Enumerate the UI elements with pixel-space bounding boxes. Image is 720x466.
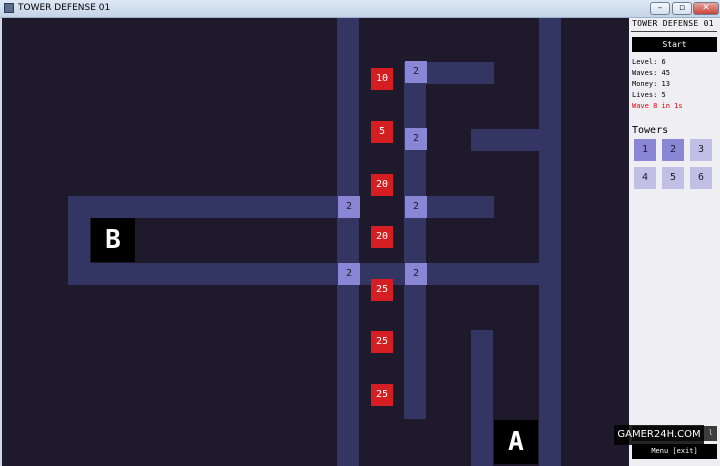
enemy: 5 [371,121,393,143]
tower[interactable]: 2 [405,128,427,150]
window-title: TOWER DEFENSE 01 [18,3,111,13]
level-stat: Level: 6 [632,58,666,66]
tower-select-6[interactable]: 6 [690,167,712,189]
enemy: 25 [371,331,393,353]
tower[interactable]: 2 [338,263,360,285]
lives-stat: Lives: 5 [632,91,666,99]
tower[interactable]: 2 [338,196,360,218]
towers-heading: Towers [632,125,669,136]
divider [631,31,717,32]
wave-countdown: Wave 8 in 1s [632,102,683,110]
panel-title: TOWER DEFENSE 01 [632,19,714,28]
tower-select-5[interactable]: 5 [662,167,684,189]
enemy: 20 [371,174,393,196]
base-a: A [494,420,538,464]
road-segment [337,18,359,466]
enemy: 25 [371,279,393,301]
watermark: GAMER24H.COM [614,425,704,445]
road-segment [404,62,426,419]
maximize-button[interactable]: ▫ [672,2,692,15]
road-segment [68,196,359,218]
tower[interactable]: 2 [405,263,427,285]
tower-select-1[interactable]: 1 [634,139,656,161]
base-b: B [91,218,135,262]
tower-select-2[interactable]: 2 [662,139,684,161]
tower[interactable]: 2 [405,61,427,83]
start-button[interactable]: Start [632,37,717,52]
tower-select-3[interactable]: 3 [690,139,712,161]
enemy: 10 [371,68,393,90]
close-button[interactable]: ✕ [693,2,719,15]
minimize-button[interactable]: – [650,2,670,15]
enemy: 25 [371,384,393,406]
title-bar: TOWER DEFENSE 01 – ▫ ✕ [0,0,720,18]
enemy: 20 [371,226,393,248]
side-panel: TOWER DEFENSE 01 Start Level: 6 Waves: 4… [629,18,720,466]
money-stat: Money: 13 [632,80,670,88]
tower[interactable]: 2 [405,196,427,218]
menu-exit-button[interactable]: Menu [exit] [632,444,717,459]
app-icon [4,3,14,13]
road-segment [471,129,561,151]
road-segment [539,18,561,466]
road-segment [471,330,493,466]
waves-stat: Waves: 45 [632,69,670,77]
tower-select-4[interactable]: 4 [634,167,656,189]
game-field[interactable]: 2 2 2 2 2 2 10 5 20 20 25 25 25 B A [2,18,629,466]
road-segment [68,263,561,285]
